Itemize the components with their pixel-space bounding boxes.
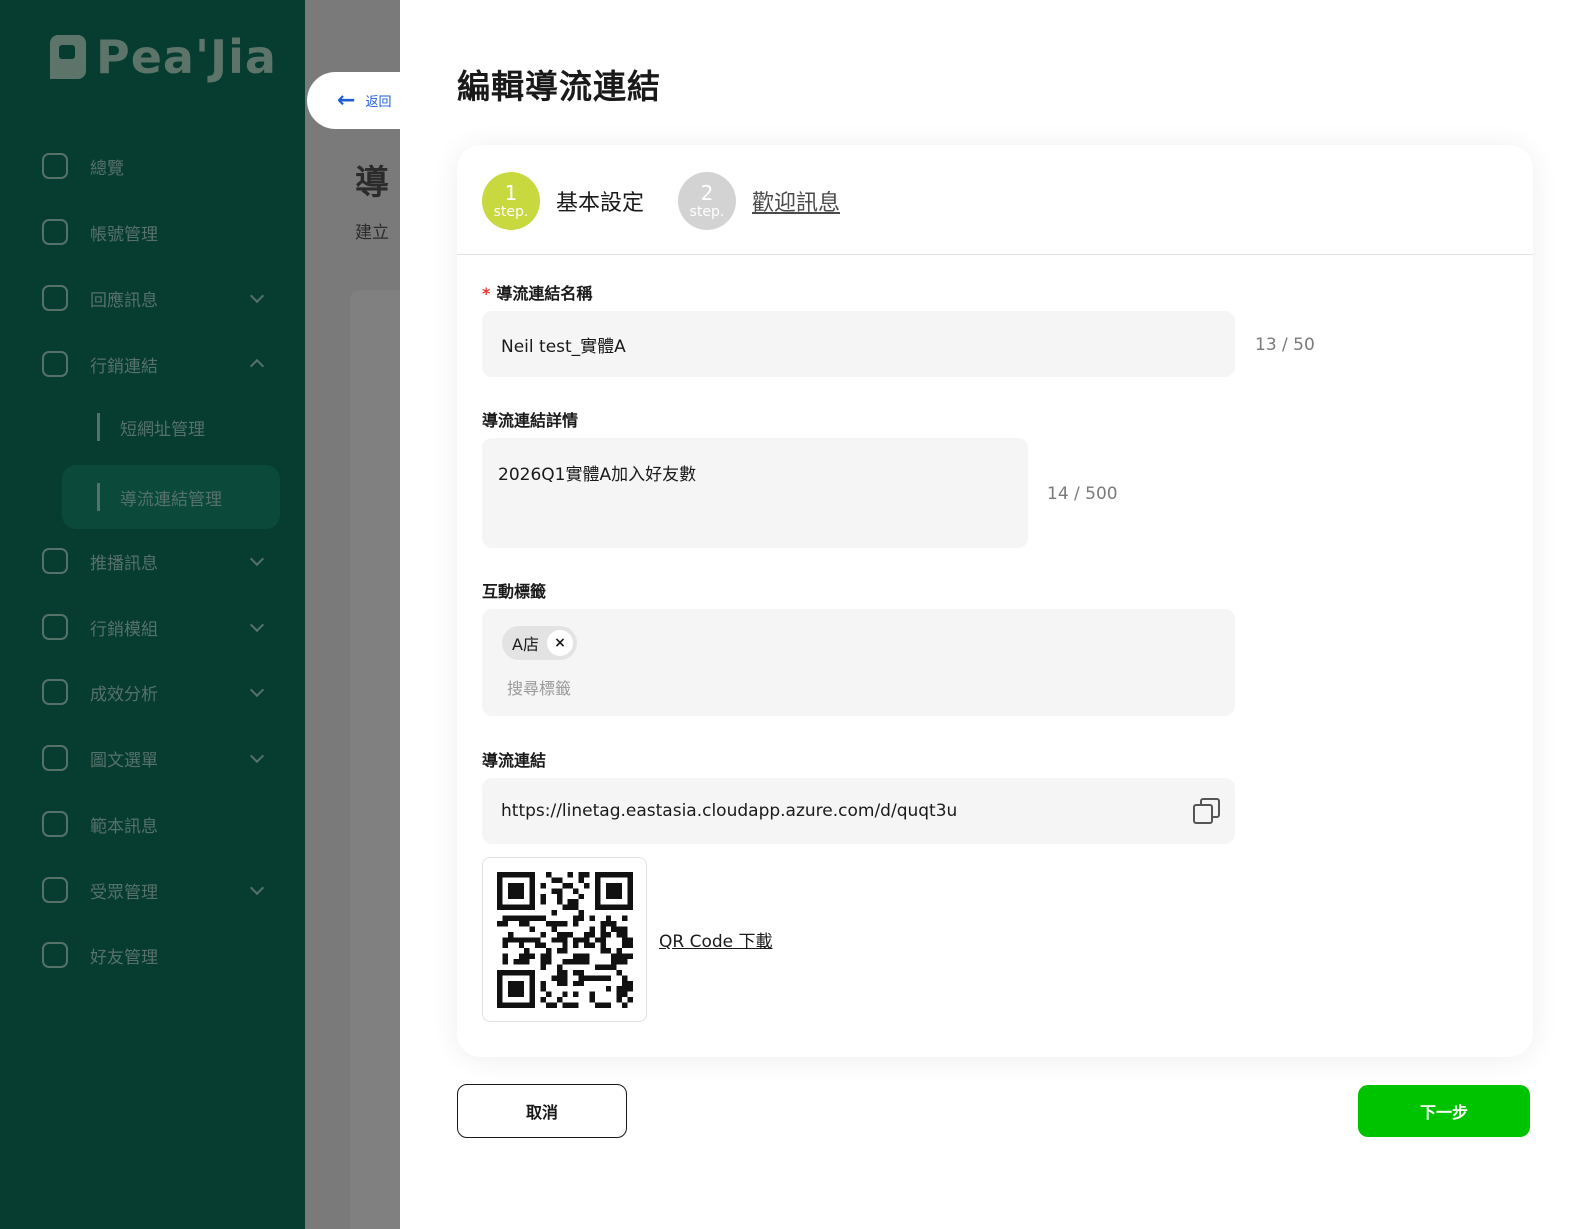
sidebar-item-label: 行銷連結 (90, 356, 158, 377)
chart-icon (42, 679, 68, 705)
sidebar-item-label: 推播訊息 (90, 553, 158, 574)
divider (457, 254, 1533, 255)
arrow-left-icon: ← (337, 88, 356, 113)
tag-search-placeholder[interactable]: 搜尋標籤 (507, 675, 571, 699)
logo-text: Pea'Jia (96, 30, 277, 84)
sidebar-item-audience[interactable]: 受眾管理 (42, 870, 282, 910)
name-char-counter: 13 / 50 (1255, 335, 1315, 355)
sidebar-item-label: 受眾管理 (90, 882, 158, 903)
next-button[interactable]: 下一步 (1358, 1085, 1530, 1137)
tag-chip-label: A店 (512, 635, 539, 654)
sidebar-subitem-short-url[interactable]: 短網址管理 (97, 412, 205, 442)
message-icon (42, 548, 68, 574)
detail-textarea-value: 2026Q1實體A加入好友數 (498, 465, 697, 485)
document-icon (42, 811, 68, 837)
sidebar: Pea'Jia 總覽 帳號管理 回應訊息 行銷連結 短網址管理 導流連結管理 推… (0, 0, 305, 1229)
cancel-button[interactable]: 取消 (457, 1084, 627, 1138)
sidebar-item-label: 範本訊息 (90, 816, 158, 837)
chevron-down-icon (249, 880, 265, 896)
sidebar-item-marketing-links[interactable]: 行銷連結 (42, 344, 282, 384)
qr-code-icon (496, 871, 633, 1008)
indent-bar (97, 483, 100, 511)
step-indicator: 1 step. 基本設定 2 step. 歡迎訊息 (482, 172, 840, 230)
sidebar-item-broadcast[interactable]: 推播訊息 (42, 541, 282, 581)
close-icon[interactable]: × (546, 630, 573, 656)
sidebar-item-rich-menu[interactable]: 圖文選單 (42, 738, 282, 778)
sidebar-item-label: 總覽 (90, 158, 124, 179)
drawer-title: 編輯導流連結 (457, 67, 661, 106)
copy-icon[interactable] (1193, 798, 1220, 824)
step-word: step. (493, 204, 529, 220)
sidebar-item-label: 好友管理 (90, 947, 158, 968)
name-label-text: 導流連結名稱 (496, 284, 593, 303)
grid-icon (42, 153, 68, 179)
step-number: 1 (504, 181, 518, 205)
sidebar-subitem-label: 短網址管理 (120, 419, 205, 440)
step-word: step. (689, 204, 725, 220)
badge-icon (42, 614, 68, 640)
sidebar-item-friends[interactable]: 好友管理 (42, 935, 282, 975)
name-input[interactable]: Neil test_實體A (482, 311, 1235, 377)
sidebar-item-label: 圖文選單 (90, 750, 158, 771)
link-input-value: https://linetag.eastasia.cloudapp.azure.… (501, 801, 958, 821)
indent-bar (97, 413, 100, 441)
step-number: 2 (700, 181, 714, 205)
qr-download-link[interactable]: QR Code 下載 (659, 927, 773, 952)
tags-field-label: 互動標籤 (482, 582, 547, 601)
sidebar-item-label: 行銷模組 (90, 619, 158, 640)
step-1-circle: 1 step. (482, 172, 540, 230)
name-input-value: Neil test_實體A (501, 336, 626, 357)
sidebar-item-marketing-modules[interactable]: 行銷模組 (42, 607, 282, 647)
sidebar-item-label: 成效分析 (90, 684, 158, 705)
chat-bubble-icon (42, 285, 68, 311)
background-page-title: 導 (355, 163, 389, 203)
name-field-label: * 導流連結名稱 (482, 280, 592, 304)
link-field-label: 導流連結 (482, 751, 547, 770)
sidebar-subitem-label: 導流連結管理 (120, 489, 222, 510)
menu-grid-icon (42, 745, 68, 771)
logo-mark-icon (50, 35, 86, 79)
link-icon (42, 351, 68, 377)
detail-textarea[interactable]: 2026Q1實體A加入好友數 (482, 438, 1028, 548)
qr-code-box (482, 857, 647, 1022)
chevron-down-icon (249, 682, 265, 698)
required-mark: * (482, 284, 491, 303)
app-logo[interactable]: Pea'Jia (50, 30, 277, 84)
user-card-icon (42, 219, 68, 245)
step-1-label: 基本設定 (556, 191, 645, 216)
user-add-icon (42, 942, 68, 968)
tag-chip: A店 × (502, 626, 577, 660)
back-button-label: 返回 (365, 95, 392, 110)
sidebar-item-auto-reply[interactable]: 回應訊息 (42, 278, 282, 318)
chevron-down-icon (249, 748, 265, 764)
sidebar-item-analytics[interactable]: 成效分析 (42, 672, 282, 712)
chevron-down-icon (249, 288, 265, 304)
tags-input[interactable]: A店 × 搜尋標籤 (482, 609, 1235, 716)
form-card: 1 step. 基本設定 2 step. 歡迎訊息 * 導流連結名稱 Neil t… (457, 145, 1533, 1057)
chevron-down-icon (249, 551, 265, 567)
step-2-link[interactable]: 歡迎訊息 (752, 185, 840, 217)
sidebar-item-templates[interactable]: 範本訊息 (42, 804, 282, 844)
sidebar-item-label: 帳號管理 (90, 224, 158, 245)
link-input[interactable]: https://linetag.eastasia.cloudapp.azure.… (482, 778, 1235, 844)
gear-icon (42, 877, 68, 903)
step-2-circle[interactable]: 2 step. (678, 172, 737, 230)
sidebar-item-label: 回應訊息 (90, 290, 158, 311)
background-page-subtitle: 建立 (355, 223, 389, 243)
edit-drawer: 編輯導流連結 1 step. 基本設定 2 step. 歡迎訊息 * 導流連結名稱… (400, 0, 1590, 1229)
detail-field-label: 導流連結詳情 (482, 411, 579, 430)
sidebar-item-account[interactable]: 帳號管理 (42, 212, 282, 252)
background-page-overlay: 導 建立 (305, 0, 400, 1229)
sidebar-item-overview[interactable]: 總覽 (42, 146, 282, 186)
detail-char-counter: 14 / 500 (1047, 484, 1118, 504)
chevron-up-icon (249, 358, 265, 374)
background-list-card (350, 290, 400, 1229)
sidebar-subitem-redirect-links[interactable]: 導流連結管理 (97, 482, 222, 512)
chevron-down-icon (249, 617, 265, 633)
